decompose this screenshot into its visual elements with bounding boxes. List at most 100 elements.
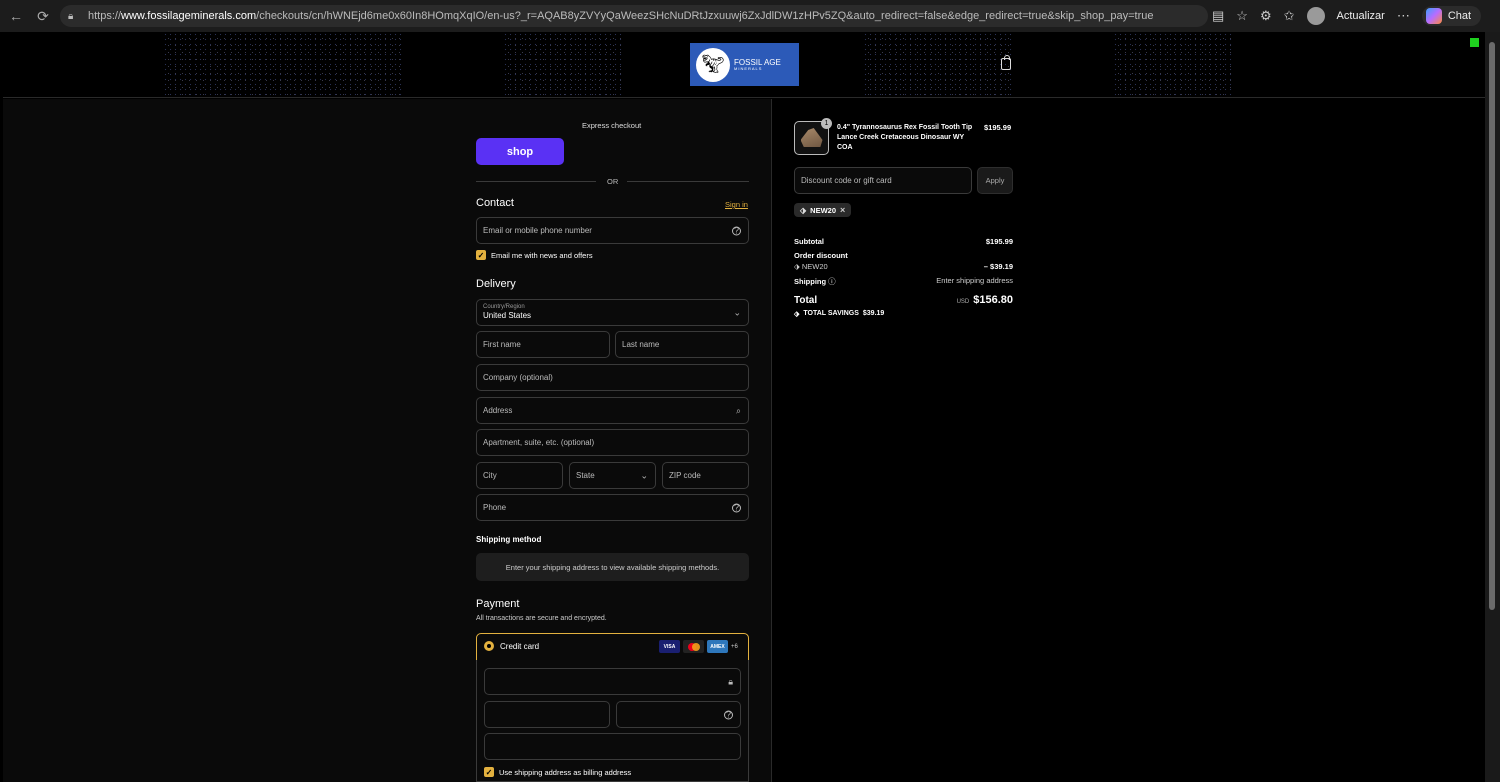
discount-placeholder: Discount code or gift card	[801, 176, 892, 185]
discount-code-row: ⬗ NEW20 – $39.19	[794, 262, 1013, 271]
payment-subtitle: All transactions are secure and encrypte…	[476, 615, 607, 622]
scrollbar[interactable]	[1485, 32, 1500, 782]
phone-placeholder: Phone	[483, 503, 507, 512]
city-input[interactable]: City	[476, 462, 563, 489]
credit-card-radio[interactable]: Credit card	[484, 641, 539, 651]
last-name-placeholder: Last name	[622, 340, 660, 349]
more-cards-label: +6	[731, 643, 738, 650]
shipping-value: Enter shipping address	[936, 276, 1013, 285]
more-icon[interactable]: ⋯	[1397, 8, 1410, 24]
or-label: OR	[607, 177, 619, 186]
country-label: Country/Region	[483, 304, 525, 310]
fossil-tooth-image	[800, 128, 823, 147]
last-name-input[interactable]: Last name	[615, 331, 749, 358]
favorites-icon[interactable]: ✩	[1284, 8, 1295, 24]
extensions-icon[interactable]: ⚙	[1260, 8, 1272, 24]
scrollbar-thumb[interactable]	[1489, 42, 1495, 610]
url-domain: www.fossilageminerals.com	[121, 10, 257, 22]
sign-in-link[interactable]: Sign in	[725, 200, 748, 209]
card-number-input[interactable]: 🔒︎	[484, 668, 741, 695]
reload-icon[interactable]: ⟳	[29, 2, 57, 30]
update-button[interactable]: Actualizar	[1337, 10, 1385, 22]
chat-label: Chat	[1447, 10, 1472, 22]
first-name-input[interactable]: First name	[476, 331, 610, 358]
expiration-input[interactable]	[484, 701, 610, 728]
company-placeholder: Company (optional)	[483, 373, 553, 382]
email-news-label: Email me with news and offers	[491, 250, 593, 260]
credit-card-label: Credit card	[500, 641, 540, 651]
quantity-badge: 1	[821, 118, 832, 129]
discount-code-input[interactable]: Discount code or gift card	[794, 167, 972, 194]
express-checkout-label: Express checkout	[582, 121, 642, 130]
chevron-down-icon: ⌄	[733, 307, 741, 317]
browser-toolbar: ← ⟳ 🔒︎ https://www.fossilageminerals.com…	[0, 0, 1500, 32]
discount-code: NEW20	[801, 262, 828, 271]
checkbox-checked-icon[interactable]: ✓	[476, 250, 486, 260]
chat-button[interactable]: Chat	[1421, 6, 1482, 26]
help-icon[interactable]: ⓘ	[828, 277, 836, 286]
star-icon[interactable]: ☆	[1236, 8, 1248, 24]
email-input[interactable]: Email or mobile phone number ?	[476, 217, 749, 244]
email-news-option[interactable]: ✓ Email me with news and offers	[476, 250, 593, 260]
total-label: Total	[794, 295, 818, 306]
subtotal-label: Subtotal	[794, 237, 824, 246]
tag-icon: ⬗	[794, 262, 802, 271]
url-path: /checkouts/cn/hWNEjd6me0x60In8HOmqXqIO/e…	[256, 10, 1154, 22]
state-select[interactable]: State ⌄	[569, 462, 656, 489]
address-placeholder: Address	[483, 406, 513, 415]
currency-code: USD	[956, 299, 970, 305]
apply-button[interactable]: Apply	[977, 167, 1013, 194]
checkout-form: Express checkout shop OR Contact Sign in…	[3, 99, 771, 782]
store-logo[interactable]: 🦖︎ FOSSIL AGE MINERALS	[690, 43, 799, 86]
address-input[interactable]: Address ⌕	[476, 397, 749, 424]
contact-title: Contact	[476, 197, 514, 209]
header-texture	[163, 32, 403, 97]
applied-discount-chip: ⬗ NEW20 ×	[794, 203, 852, 217]
zip-input[interactable]: ZIP code	[662, 462, 749, 489]
shipping-label: Shipping	[794, 277, 827, 286]
shopping-bag-icon[interactable]	[1001, 55, 1011, 70]
security-code-input[interactable]: ?	[616, 701, 741, 728]
help-icon[interactable]: ?	[732, 503, 741, 513]
shipping-notice: Enter your shipping address to view avai…	[476, 553, 749, 581]
profile-avatar[interactable]	[1306, 7, 1325, 25]
address-bar[interactable]: 🔒︎ https://www.fossilageminerals.com/che…	[60, 5, 1208, 27]
radio-selected-icon[interactable]	[484, 641, 494, 651]
country-value: United States	[483, 311, 532, 320]
savings-label: TOTAL SAVINGS	[803, 310, 859, 317]
tag-icon: ⬗	[794, 311, 800, 318]
subtotal-row: Subtotal $195.99	[794, 237, 1013, 246]
shop-pay-button[interactable]: shop	[476, 138, 564, 165]
savings-row: ⬗ TOTAL SAVINGS $39.19	[794, 310, 1013, 318]
company-input[interactable]: Company (optional)	[476, 364, 749, 391]
divider	[476, 181, 596, 182]
billing-same-option[interactable]: ✓ Use shipping address as billing addres…	[484, 767, 631, 777]
subtotal-value: $195.99	[985, 237, 1013, 246]
order-discount-row: Order discount	[794, 251, 1013, 260]
first-name-placeholder: First name	[483, 340, 521, 349]
zip-placeholder: ZIP code	[669, 471, 701, 480]
order-discount-label: Order discount	[794, 251, 848, 260]
applied-code: NEW20	[810, 205, 836, 215]
product-price: $195.99	[984, 123, 1012, 132]
name-on-card-input[interactable]	[484, 733, 741, 760]
help-icon[interactable]: ?	[732, 226, 741, 236]
tag-icon: ⬗	[800, 205, 807, 215]
reader-icon[interactable]: ▤	[1212, 8, 1224, 24]
trex-icon: 🦖︎	[696, 47, 730, 82]
close-icon[interactable]: ×	[840, 205, 845, 215]
order-summary: 1 0.4" Tyrannosaurus Rex Fossil Tooth Ti…	[771, 99, 1485, 782]
payment-title: Payment	[476, 598, 520, 610]
chevron-down-icon: ⌄	[640, 470, 648, 480]
back-icon[interactable]: ←	[2, 2, 30, 30]
help-icon[interactable]: ?	[724, 710, 733, 720]
checkbox-checked-icon[interactable]: ✓	[484, 767, 494, 777]
discount-value: – $39.19	[983, 262, 1013, 271]
card-brands: VISA AMEX +6	[659, 640, 738, 653]
copilot-icon	[1425, 8, 1442, 24]
phone-input[interactable]: Phone ?	[476, 494, 749, 521]
email-placeholder: Email or mobile phone number	[483, 226, 592, 235]
country-select[interactable]: Country/Region United States ⌄	[476, 299, 749, 326]
apartment-input[interactable]: Apartment, suite, etc. (optional)	[476, 429, 749, 456]
lock-icon: 🔒︎	[728, 676, 733, 686]
